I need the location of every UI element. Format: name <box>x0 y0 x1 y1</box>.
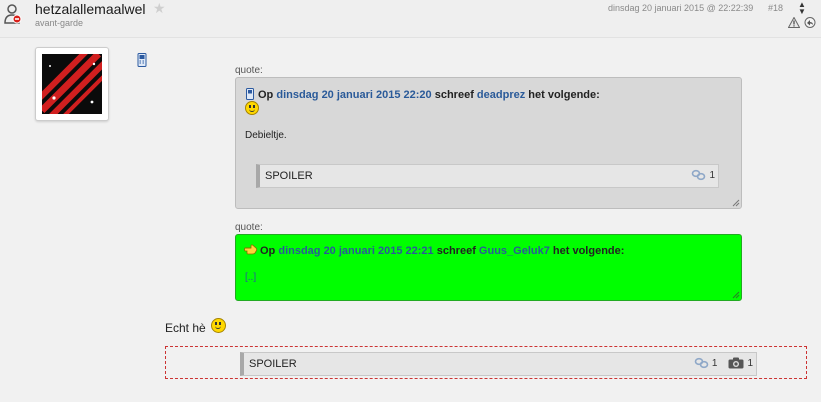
quote-body: Debieltje. <box>245 130 287 141</box>
quote-body-link[interactable]: [..] <box>245 272 256 283</box>
spoiler-toggle[interactable]: SPOILER 1 <box>256 164 719 188</box>
spoiler-meta: 1 <box>691 169 715 181</box>
post-date[interactable]: dinsdag 20 januari 2015 @ 22:22:39 <box>608 3 753 13</box>
quote-label: quote: <box>235 65 263 76</box>
resize-grip-icon[interactable] <box>732 291 740 299</box>
quote-suffix: het volgende: <box>528 89 600 101</box>
post-number[interactable]: #18 <box>768 3 783 13</box>
quote-box: Op dinsdag 20 januari 2015 22:21 schreef… <box>235 234 742 301</box>
spoiler-link-count: 1 <box>709 169 715 181</box>
quote-suffix: het volgende: <box>552 245 625 257</box>
quote-label: quote: <box>235 222 263 233</box>
quote-reply-icon[interactable] <box>804 17 816 28</box>
quote-wrote: schreef <box>436 245 476 257</box>
quote-wrote: schreef <box>434 89 474 101</box>
spoiler-label: SPOILER <box>265 170 313 182</box>
warning-triangle-icon[interactable] <box>788 17 800 28</box>
spoiler-link-count: 1 <box>711 357 718 369</box>
smiley-icon <box>245 101 259 115</box>
quote-box: Op dinsdag 20 januari 2015 22:20 schreef… <box>235 77 742 209</box>
user-title: avant-garde <box>35 18 84 28</box>
reply-text-content: Echt hè <box>165 321 206 335</box>
star-icon[interactable]: ★ <box>153 0 166 17</box>
quote-prefix: Op <box>258 89 274 101</box>
reply-text: Echt hè <box>165 318 227 335</box>
user-offline-icon <box>4 4 22 24</box>
pointing-hand-icon <box>244 244 258 255</box>
post-header: hetzalallemaalwel ★ avant-garde dinsdag … <box>0 0 821 38</box>
camera-icon <box>728 357 744 369</box>
mobile-phone-icon <box>246 88 254 100</box>
spoiler-meta: 1 1 <box>694 357 753 369</box>
spoiler-toggle[interactable]: SPOILER 1 1 <box>240 352 757 376</box>
up-down-arrows-icon[interactable]: ▲ ▼ <box>797 1 807 16</box>
spoiler-label: SPOILER <box>249 358 297 370</box>
avatar[interactable] <box>35 47 109 121</box>
username-link[interactable]: hetzalallemaalwel <box>35 1 146 17</box>
quote-author-link[interactable]: deadprez <box>477 89 525 101</box>
spoiler-container: SPOILER 1 1 <box>165 346 807 379</box>
avatar-image <box>42 54 102 114</box>
smiley-icon <box>211 318 227 333</box>
resize-grip-icon[interactable] <box>732 199 740 207</box>
spoiler-image-count: 1 <box>747 357 753 369</box>
quote-date-link[interactable]: dinsdag 20 januari 2015 22:21 <box>278 245 433 257</box>
mobile-phone-icon <box>137 53 147 67</box>
link-icon <box>694 357 709 369</box>
link-icon <box>692 169 706 181</box>
quote-prefix: Op <box>260 245 276 257</box>
quote-author-link[interactable]: Guus_Geluk7 <box>479 245 550 257</box>
quote-attribution: Op dinsdag 20 januari 2015 22:20 schreef… <box>258 89 600 101</box>
quote-date-link[interactable]: dinsdag 20 januari 2015 22:20 <box>276 89 431 101</box>
quote-attribution: Op dinsdag 20 januari 2015 22:21 schreef… <box>260 245 624 257</box>
